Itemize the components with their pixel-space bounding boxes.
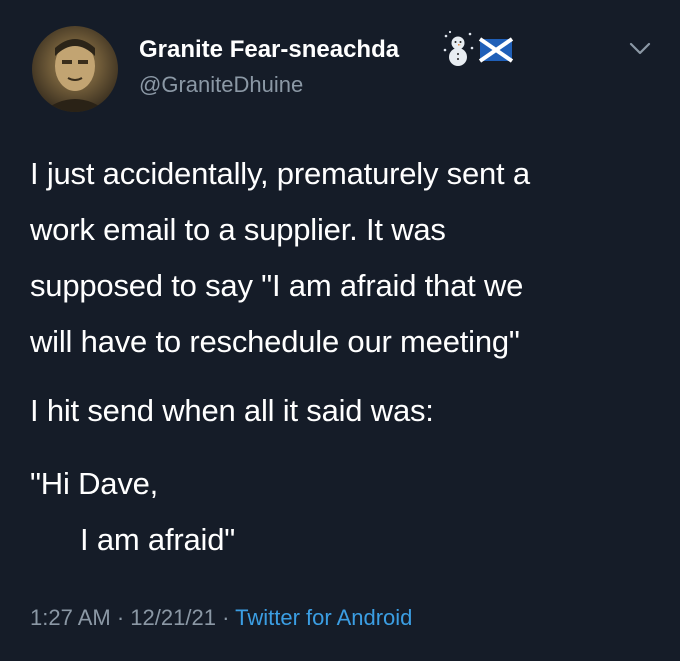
tweet-line: will have to reschedule our meeting" (30, 324, 520, 359)
snowman-icon (443, 30, 474, 66)
tweet-line: I am afraid" (80, 522, 236, 557)
user-handle[interactable]: @GraniteDhuine (139, 72, 303, 98)
tweet-line: I just accidentally, prematurely sent a (30, 156, 530, 191)
display-name[interactable]: Granite Fear-sneachda (139, 36, 399, 64)
tweet-meta: 1:27 AM · 12/21/21 · Twitter for Android (30, 605, 412, 631)
tweet-card: Granite Fear-sneachda @GraniteDhuine I j… (0, 0, 680, 661)
chevron-down-icon[interactable] (626, 36, 654, 60)
tweet-line: supposed to say "I am afraid that we (30, 268, 524, 303)
tweet-source-link[interactable]: Twitter for Android (235, 605, 412, 630)
avatar-portrait-icon (42, 39, 108, 112)
tweet-line: work email to a supplier. It was (30, 212, 446, 247)
tweet-line: "Hi Dave, (30, 466, 159, 501)
saltire-flag-icon (478, 37, 514, 63)
tweet-paragraph-2: I hit send when all it said was: (30, 393, 434, 428)
tweet-time[interactable]: 1:27 AM (30, 605, 111, 630)
tweet-paragraph-1: I just accidentally, prematurely sent a … (30, 146, 530, 370)
meta-separator: · (222, 605, 230, 630)
name-emoji-group (443, 30, 514, 66)
avatar[interactable] (32, 26, 118, 112)
meta-separator: · (116, 605, 125, 630)
tweet-paragraph-3: "Hi Dave, I am afraid" (30, 456, 235, 568)
tweet-date[interactable]: 12/21/21 (130, 605, 216, 630)
